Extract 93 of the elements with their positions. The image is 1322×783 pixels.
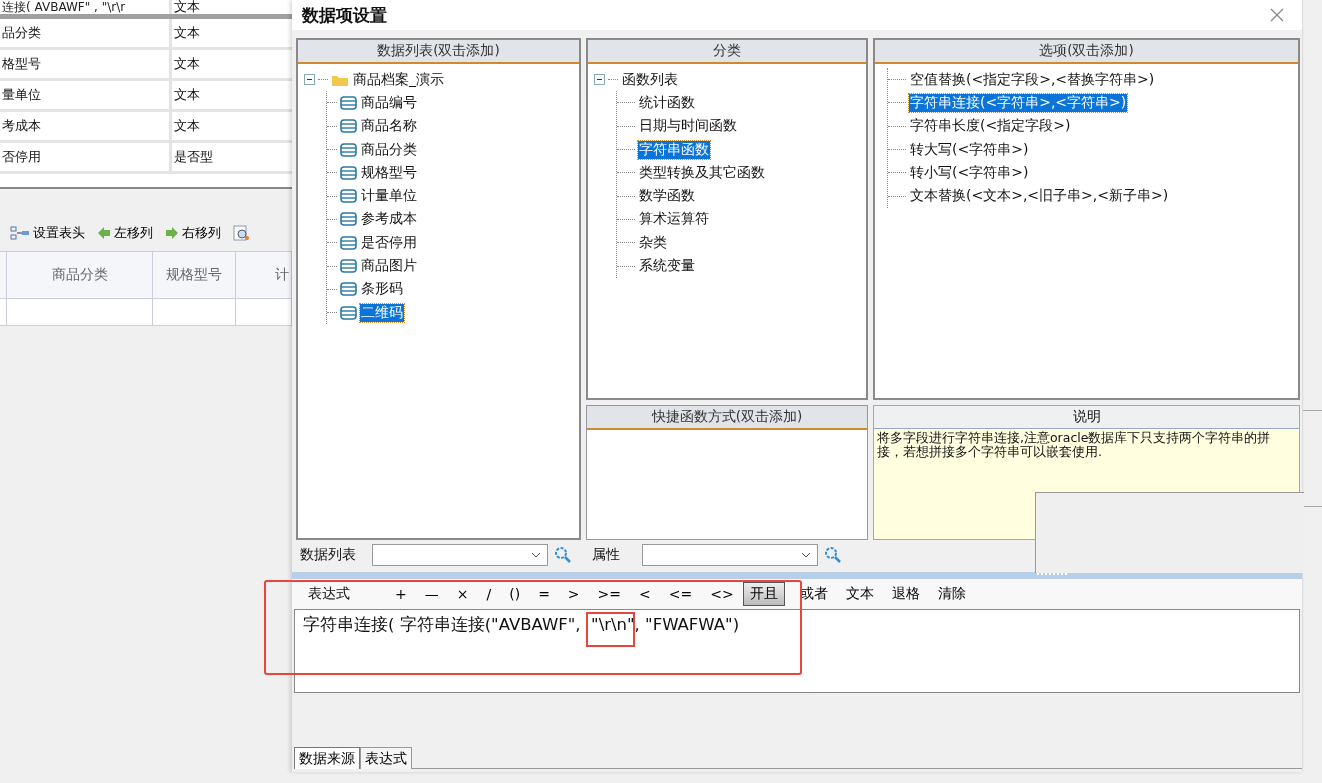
table-cell: 量单位	[0, 81, 172, 109]
panel-header: 分类	[588, 40, 866, 64]
arrow-left-icon	[97, 226, 111, 240]
tree-item[interactable]: 数学函数	[638, 187, 696, 206]
toolbar-button[interactable]: 右移列	[163, 224, 223, 242]
operator-button[interactable]: <>	[701, 584, 743, 604]
tree-item[interactable]: 算术运算符	[638, 210, 710, 229]
toolbar-label: 表达式	[307, 585, 351, 603]
table-cell-text: 文本	[173, 24, 201, 42]
operator-button[interactable]: >	[558, 584, 589, 604]
filter-label: 数据列表	[300, 546, 357, 564]
table-cell: 否停用	[0, 143, 172, 171]
field-icon	[340, 282, 357, 297]
chevron-down-icon	[531, 552, 541, 558]
window-title: 数据项设置	[302, 3, 387, 27]
operator-button[interactable]: 文本	[836, 583, 883, 605]
search-icon[interactable]	[554, 546, 572, 564]
field-icon	[340, 212, 357, 227]
arrow-right-icon	[165, 226, 179, 240]
table-cell: 考成本	[0, 112, 172, 140]
list-item[interactable]: 空值替换(<指定字段>,<替换字符串>)	[909, 70, 1156, 89]
tree-item[interactable]: 商品图片	[360, 257, 418, 275]
table-cell-text: 文本	[173, 55, 201, 73]
list-item[interactable]: 字符串连接(<字符串>,<字符串>)	[909, 93, 1128, 112]
tree-item[interactable]: 日期与时间函数	[638, 117, 738, 136]
operator-button[interactable]: 开且	[742, 582, 785, 606]
tree-item[interactable]: 规格型号	[360, 163, 418, 182]
description-text: 将多字段进行字符串连接,注意oracle数据库下只支持两个字符串的拼接，若想拼接多个字符串可以嵌套使用.	[877, 431, 1272, 459]
field-icon	[340, 189, 357, 204]
table-cell-text: 文本	[173, 0, 201, 14]
field-icon	[340, 95, 357, 110]
operator-button[interactable]: =	[529, 584, 559, 604]
panel-header: 数据列表(双击添加)	[298, 40, 579, 64]
tree-item[interactable]: 杂类	[638, 233, 668, 252]
operator-button[interactable]: >=	[588, 584, 631, 604]
dropdown-field[interactable]	[372, 544, 548, 566]
field-icon	[340, 142, 357, 157]
operator-button[interactable]: ()	[500, 584, 530, 604]
column-header[interactable]: 商品分类	[7, 252, 154, 298]
toolbar-button[interactable]: 设置表头	[8, 224, 87, 242]
operator-button[interactable]: ×	[447, 584, 478, 604]
tree-item[interactable]: 商品档案_演示	[352, 70, 445, 89]
tree-item[interactable]: 商品名称	[360, 117, 418, 136]
tree-item[interactable]: 参考成本	[360, 210, 418, 229]
tree-item[interactable]: 统计函数	[638, 93, 696, 112]
list-item[interactable]: 转小写(<字符串>)	[909, 163, 1030, 182]
field-icon	[340, 119, 357, 134]
operator-button[interactable]: —	[415, 584, 448, 604]
list-item[interactable]: 文本替换(<文本>,<旧子串>,<新子串>)	[909, 187, 1170, 206]
tree-item[interactable]: 计量单位	[360, 187, 418, 206]
operator-button[interactable]: <	[630, 584, 660, 604]
field-icon	[340, 165, 357, 180]
operator-button[interactable]: 退格	[882, 583, 929, 605]
chevron-down-icon	[801, 552, 811, 558]
table-cell: 品分类	[0, 19, 172, 47]
table-cell: 格型号	[0, 50, 172, 78]
operator-button[interactable]: +	[386, 584, 416, 604]
close-icon[interactable]	[1270, 8, 1284, 22]
search-icon[interactable]	[824, 546, 842, 564]
tree-item[interactable]: 二维码	[360, 303, 404, 322]
collapse-icon[interactable]	[594, 74, 605, 86]
tree-item[interactable]: 是否停用	[360, 233, 418, 252]
table-cell: 连接( AVBAWF" , "\r\r	[0, 0, 172, 14]
dropdown-field[interactable]	[642, 544, 818, 566]
list-item[interactable]: 字符串长度(<指定字段>)	[909, 117, 1072, 136]
panel-header: 选项(双击添加)	[875, 40, 1298, 64]
field-icon	[340, 305, 357, 320]
table-cell-text: 文本	[173, 86, 201, 104]
field-icon	[340, 235, 357, 250]
column-header[interactable]: 规格型号	[153, 252, 237, 298]
tree-item[interactable]: 字符串函数	[638, 140, 710, 159]
field-icon	[340, 259, 357, 273]
panel-header: 快捷函数方式(双击添加)	[587, 406, 867, 430]
collapse-icon[interactable]	[304, 74, 315, 86]
columns-icon	[10, 226, 30, 240]
filter-label: 属性	[592, 546, 621, 564]
tab[interactable]: 数据来源	[294, 747, 360, 769]
magnifier-page-icon	[233, 225, 251, 241]
list-item[interactable]: 转大写(<字符串>)	[909, 140, 1030, 159]
tree-item[interactable]: 系统变量	[638, 257, 696, 275]
tree-item[interactable]: 函数列表	[621, 70, 679, 89]
tab[interactable]: 表达式	[360, 747, 412, 769]
table-cell-text: 是否型	[173, 148, 214, 166]
tree-item[interactable]: 商品编号	[360, 93, 418, 112]
operator-button[interactable]: /	[477, 584, 501, 604]
table-cell-text: 文本	[173, 117, 201, 135]
tree-item[interactable]: 商品分类	[360, 140, 418, 159]
tree-item[interactable]: 类型转换及其它函数	[638, 163, 766, 182]
tree-item[interactable]: 条形码	[360, 280, 404, 299]
toolbar-button[interactable]: 左移列	[95, 224, 155, 242]
operator-button[interactable]: <=	[659, 584, 702, 604]
panel-header: 说明	[874, 406, 1299, 429]
operator-button[interactable]: 清除	[928, 583, 975, 605]
